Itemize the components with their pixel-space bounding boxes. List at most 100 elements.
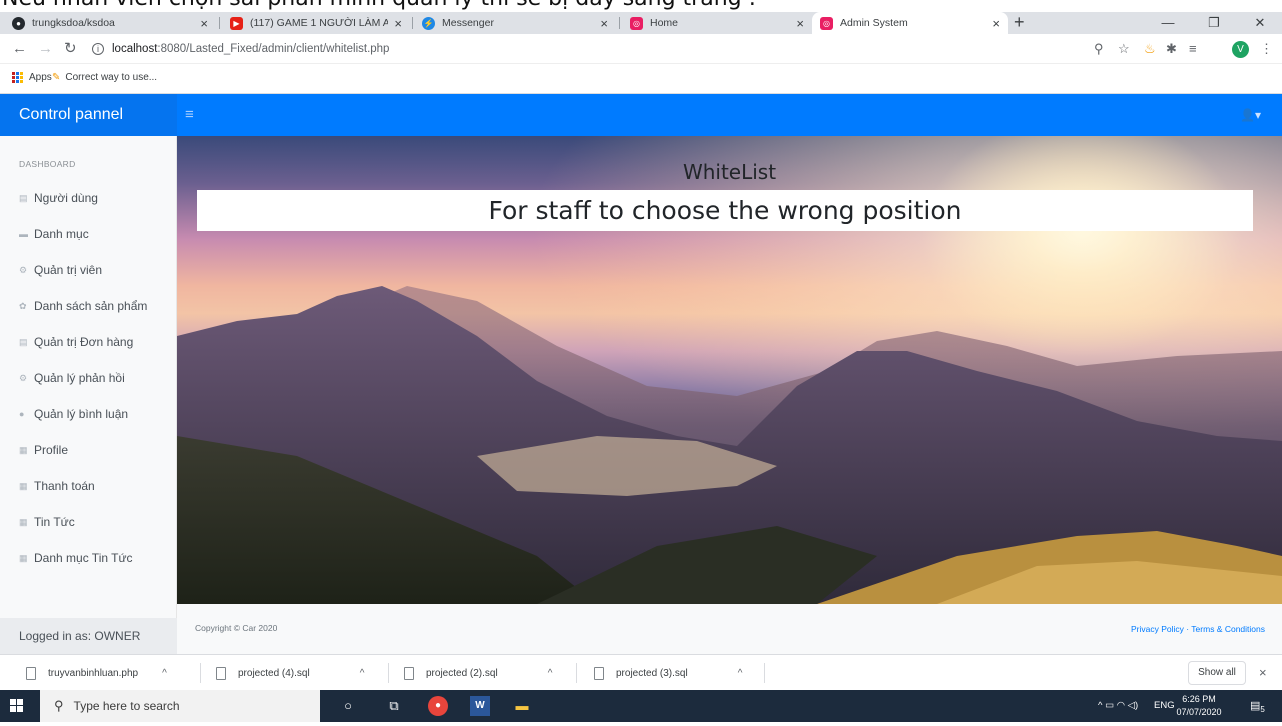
tray-icons[interactable]: ^ ▭ ◠ ◁) — [1098, 690, 1138, 722]
footer-links[interactable]: Privacy Policy · Terms & Conditions — [1131, 624, 1265, 634]
star-icon[interactable]: ☆ — [1118, 42, 1130, 56]
app-icon: ◎ — [820, 16, 833, 30]
browser-tab-strip: ● trungksdoa/ksdoa × ▶ (117) GAME 1 NGƯỜ… — [0, 12, 1282, 34]
sidebar-item-quan-ly-phan-hoi[interactable]: ⚙ Quản lý phản hồi — [19, 368, 125, 388]
sidebar-item-thanh-toan[interactable]: ▦ Thanh toán — [19, 476, 95, 496]
footer: Copyright © Car 2020 Privacy Policy · Te… — [177, 604, 1282, 654]
download-divider — [576, 663, 577, 683]
sidebar-item-label: Danh mục Tin Tức — [34, 551, 133, 565]
more-menu-icon[interactable]: ⋮ — [1260, 42, 1273, 56]
tab-admin-system[interactable]: ◎ Admin System × — [812, 12, 1008, 34]
clock[interactable]: 6:26 PM 07/07/2020 — [1176, 693, 1222, 719]
hero-banner: WhiteList For staff to choose the wrong … — [177, 136, 1282, 604]
logged-in-status: Logged in as: OWNER — [0, 618, 177, 654]
reload-icon[interactable]: ↻ — [64, 40, 77, 58]
profile-avatar[interactable]: V — [1232, 41, 1249, 58]
language-indicator[interactable]: ENG — [1154, 690, 1175, 722]
sidebar-item-tin-tuc[interactable]: ▦ Tin Tức — [19, 512, 75, 532]
back-arrow-icon[interactable]: ← — [12, 40, 27, 58]
chevron-up-icon[interactable]: ^ — [548, 668, 553, 679]
brand-title[interactable]: Control pannel — [0, 94, 177, 136]
tab-github[interactable]: ● trungksdoa/ksdoa × — [4, 12, 216, 34]
chevron-up-icon[interactable]: ^ — [738, 668, 743, 679]
close-tab-icon[interactable]: × — [992, 16, 1000, 31]
info-icon[interactable]: i — [92, 43, 104, 55]
chevron-up-icon[interactable]: ^ — [162, 668, 167, 679]
sidebar-item-nguoi-dung[interactable]: ▤ Người dùng — [19, 188, 98, 208]
close-tab-icon[interactable]: × — [200, 16, 208, 31]
tab-messenger[interactable]: ⚡ Messenger × — [414, 12, 616, 34]
url-host: localhost — [112, 43, 158, 55]
sidebar-item-danh-muc[interactable]: ▬ Danh mục — [19, 224, 89, 244]
tab-divider — [219, 17, 220, 29]
windows-start-icon[interactable] — [10, 699, 23, 712]
downloads-bar: truyvanbinhluan.php ^ projected (4).sql … — [0, 654, 1282, 690]
sidebar-item-label: Quản lý phản hồi — [34, 371, 125, 385]
extensions-puzzle-icon[interactable]: ✱ — [1166, 42, 1177, 56]
download-item[interactable]: projected (4).sql ^ — [216, 655, 364, 691]
file-explorer-icon[interactable]: ▬ — [512, 696, 532, 716]
bookmark-label: Apps — [29, 72, 52, 83]
forward-arrow-icon[interactable]: → — [38, 40, 53, 58]
bookmark-apps[interactable]: Apps — [12, 72, 52, 83]
youtube-icon: ▶ — [230, 16, 243, 30]
close-tab-icon[interactable]: × — [796, 16, 804, 31]
sidebar-item-quan-tri-don-hang[interactable]: ▤ Quản trị Đơn hàng — [19, 332, 133, 352]
sidebar-item-quan-ly-binh-luan[interactable]: ● Quản lý bình luận — [19, 404, 128, 424]
tab-home[interactable]: ◎ Home × — [622, 12, 812, 34]
cortana-icon[interactable]: ○ — [338, 696, 358, 716]
tab-title: Messenger — [442, 17, 494, 29]
folder-icon: ▬ — [19, 229, 28, 239]
download-item[interactable]: projected (2).sql ^ — [404, 655, 552, 691]
close-downloads-icon[interactable]: × — [1259, 665, 1267, 680]
close-tab-icon[interactable]: × — [394, 16, 402, 31]
tab-title: (117) GAME 1 NGƯỜI LÀM ALIEN — [250, 17, 389, 29]
chrome-icon[interactable]: ● — [428, 696, 448, 716]
whitelist-message: For staff to choose the wrong position — [197, 190, 1253, 231]
download-divider — [200, 663, 201, 683]
bookmarks-bar: Apps ✎ Correct way to use... — [0, 64, 1282, 94]
download-filename: projected (2).sql — [426, 667, 498, 679]
tab-title: Admin System — [840, 17, 908, 29]
tab-title: Home — [650, 17, 679, 29]
card-icon: ▦ — [19, 516, 28, 527]
user-menu-icon[interactable]: 👤▾ — [1240, 94, 1261, 136]
sidebar-item-profile[interactable]: ▦ Profile — [19, 440, 68, 460]
notification-center-icon[interactable]: ▤5 — [1250, 690, 1265, 722]
download-item[interactable]: truyvanbinhluan.php ^ — [26, 655, 167, 691]
sidebar-item-quan-tri-vien[interactable]: ⚙ Quản trị viên — [19, 260, 102, 280]
tab-youtube[interactable]: ▶ (117) GAME 1 NGƯỜI LÀM ALIEN × — [222, 12, 410, 34]
word-icon[interactable]: W — [470, 696, 490, 716]
extension-flame-icon[interactable]: ♨ — [1144, 42, 1156, 56]
sidebar-item-label: Tin Tức — [34, 515, 75, 529]
app-navbar: Control pannel ≡ 👤▾ — [0, 94, 1282, 136]
sidebar-item-danh-sach-san-pham[interactable]: ✿ Danh sách sản phẩm — [19, 296, 147, 316]
download-divider — [388, 663, 389, 683]
maximize-button[interactable]: ❐ — [1191, 12, 1237, 34]
file-icon — [404, 666, 414, 680]
bookmark-label: Correct way to use... — [65, 72, 158, 83]
tab-title: trungksdoa/ksdoa — [32, 17, 115, 29]
product-icon: ✿ — [19, 300, 27, 311]
sidebar-item-label: Profile — [34, 443, 69, 457]
close-tab-icon[interactable]: × — [600, 16, 608, 31]
bookmark-correct-way[interactable]: ✎ Correct way to use... — [52, 72, 157, 83]
task-view-icon[interactable]: ⧉ — [384, 696, 404, 716]
search-placeholder: Type here to search — [73, 699, 180, 713]
close-window-button[interactable]: ✕ — [1237, 12, 1282, 34]
media-queue-icon[interactable]: ≡ — [1189, 42, 1197, 56]
minimize-button[interactable]: — — [1145, 12, 1191, 34]
sidebar-item-danh-muc-tin-tuc[interactable]: ▦ Danh mục Tin Tức — [19, 548, 133, 568]
taskbar-search-input[interactable]: ⚲ Type here to search — [40, 690, 320, 722]
browser-toolbar: ← → ↻ i localhost:8080/Lasted_Fixed/admi… — [0, 34, 1282, 64]
show-all-downloads-button[interactable]: Show all — [1188, 661, 1246, 685]
new-tab-button[interactable]: + — [1014, 12, 1025, 34]
sidebar-item-label: Danh mục — [34, 227, 89, 241]
app-icon: ◎ — [630, 16, 643, 30]
menu-toggle-icon[interactable]: ≡ — [185, 94, 194, 136]
address-bar[interactable]: i localhost:8080/Lasted_Fixed/admin/clie… — [92, 38, 1092, 60]
chevron-up-icon[interactable]: ^ — [360, 668, 365, 679]
zoom-icon[interactable]: ⚲ — [1094, 42, 1104, 56]
download-item[interactable]: projected (3).sql ^ — [594, 655, 742, 691]
github-icon: ● — [12, 16, 25, 30]
